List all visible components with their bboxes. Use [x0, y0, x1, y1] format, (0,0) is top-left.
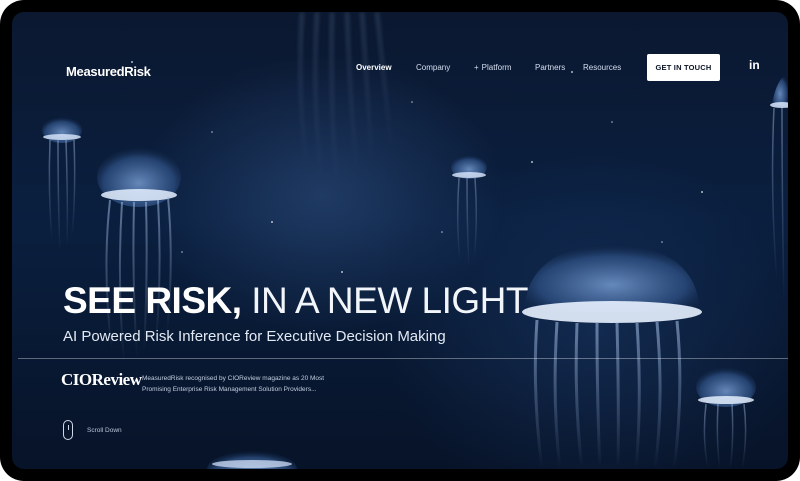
plus-icon: + [474, 63, 479, 72]
get-in-touch-button[interactable]: GET IN TOUCH [647, 54, 720, 81]
hero-screen: MeasuredRisk Overview Company + Platform … [12, 12, 788, 469]
headline-light: IN A NEW LIGHT [241, 280, 528, 321]
press-mention-text[interactable]: MeasuredRisk recognised by CIOReview mag… [142, 373, 352, 395]
scroll-down-button[interactable]: Scroll Down [63, 420, 122, 440]
nav-item-partners[interactable]: Partners [535, 63, 565, 72]
hero-subheadline: AI Powered Risk Inference for Executive … [63, 328, 446, 345]
headline-bold: SEE RISK, [63, 280, 242, 321]
linkedin-icon[interactable]: in [749, 58, 760, 72]
nav-item-company[interactable]: Company [416, 63, 450, 72]
scroll-down-label: Scroll Down [87, 426, 122, 434]
mouse-icon [63, 420, 73, 440]
nav-item-overview[interactable]: Overview [356, 63, 392, 72]
nav-item-resources[interactable]: Resources [583, 63, 621, 72]
brand-logo[interactable]: MeasuredRisk [66, 64, 151, 79]
nav-item-platform-label: Platform [481, 63, 512, 72]
nav-item-platform[interactable]: + Platform [474, 63, 511, 72]
device-frame: MeasuredRisk Overview Company + Platform … [0, 0, 800, 481]
divider [18, 358, 788, 359]
hero-headline: SEE RISK, IN A NEW LIGHT [63, 280, 528, 322]
cioreview-logo[interactable]: CIOReview [61, 370, 142, 390]
